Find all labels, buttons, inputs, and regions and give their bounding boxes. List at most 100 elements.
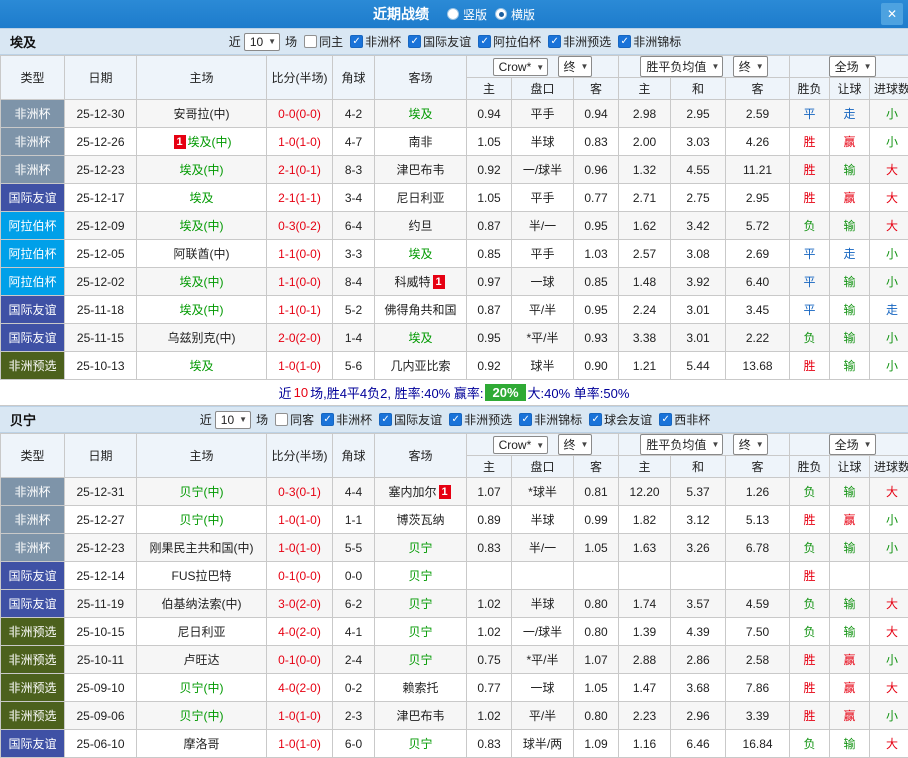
chevron-down-icon: ▼	[864, 62, 872, 71]
same-venue-checkbox[interactable]	[275, 413, 288, 426]
col-date: 日期	[65, 56, 137, 100]
euro-time-select[interactable]: 终▼	[733, 434, 768, 455]
competition-type: 阿拉伯杯	[1, 240, 65, 268]
competition-label: 非洲锦标	[633, 33, 681, 50]
euro-odds-away	[726, 562, 790, 590]
euro-time-select[interactable]: 终▼	[733, 56, 768, 77]
euro-odds-away: 13.68	[726, 352, 790, 380]
match-count-select[interactable]: 10▼	[244, 33, 280, 51]
euro-odds-home: 1.32	[619, 156, 671, 184]
home-team-name: 埃及(中)	[180, 163, 224, 177]
odds-time-select[interactable]: 终▼	[558, 434, 593, 455]
col-euro-home: 主	[619, 78, 671, 100]
competition-checkbox[interactable]: ✓	[408, 35, 421, 48]
result-goals	[870, 562, 908, 590]
odds-source-select[interactable]: Crow*▼	[493, 436, 549, 454]
match-row: 国际友谊25-12-14FUS拉巴特0-1(0-0)0-0贝宁胜	[1, 562, 908, 590]
match-row: 非洲杯25-12-30安哥拉(中)0-0(0-0)4-2埃及0.94平手0.94…	[1, 100, 908, 128]
chevron-down-icon: ▼	[711, 440, 719, 449]
asian-odds-home: 1.02	[467, 590, 512, 618]
result-wdl: 胜	[790, 506, 830, 534]
corner-count: 6-4	[333, 212, 375, 240]
corner-count: 6-0	[333, 730, 375, 758]
result-handicap: 赢	[830, 702, 870, 730]
competition-type: 非洲杯	[1, 506, 65, 534]
match-score: 2-1(1-1)	[267, 184, 333, 212]
away-team: 贝宁	[375, 590, 467, 618]
competition-checkbox[interactable]: ✓	[519, 413, 532, 426]
away-team: 贝宁	[375, 730, 467, 758]
home-team: 贝宁(中)	[137, 702, 267, 730]
away-team-name: 尼日利亚	[396, 191, 444, 205]
close-button[interactable]: ✕	[881, 3, 903, 25]
home-team-name: 埃及(中)	[188, 135, 232, 149]
result-goals: 小	[870, 534, 908, 562]
team-name: 贝宁	[10, 410, 100, 429]
corner-count: 5-2	[333, 296, 375, 324]
euro-odds-select[interactable]: 胜平负均值▼	[640, 434, 723, 455]
competition-type: 国际友谊	[1, 562, 65, 590]
competition-checkbox[interactable]: ✓	[379, 413, 392, 426]
match-count-select[interactable]: 10▼	[215, 411, 251, 429]
competition-label: 阿拉伯杯	[493, 33, 541, 50]
same-venue-checkbox[interactable]	[304, 35, 317, 48]
competition-type: 国际友谊	[1, 296, 65, 324]
horizontal-layout-radio[interactable]: 横版	[495, 6, 535, 23]
horizontal-layout-label: 横版	[511, 6, 535, 23]
result-wdl: 平	[790, 100, 830, 128]
home-team: 安哥拉(中)	[137, 100, 267, 128]
competition-checkbox[interactable]: ✓	[478, 35, 491, 48]
euro-odds-home: 1.74	[619, 590, 671, 618]
competition-label: 非洲杯	[336, 411, 372, 428]
result-wdl: 胜	[790, 562, 830, 590]
competition-checkbox[interactable]: ✓	[589, 413, 602, 426]
asian-odds-away: 0.94	[574, 100, 619, 128]
competition-checkbox[interactable]: ✓	[548, 35, 561, 48]
euro-odds-home: 2.23	[619, 702, 671, 730]
asian-odds-home: 0.85	[467, 240, 512, 268]
competition-checkbox[interactable]: ✓	[449, 413, 462, 426]
match-score: 0-1(0-0)	[267, 562, 333, 590]
asian-handicap: 一/球半	[512, 618, 574, 646]
summary-count: 10	[294, 385, 308, 400]
match-date: 25-12-30	[65, 100, 137, 128]
euro-odds-home: 1.16	[619, 730, 671, 758]
col-type: 类型	[1, 56, 65, 100]
euro-odds-away: 1.26	[726, 478, 790, 506]
result-wdl: 负	[790, 534, 830, 562]
odds-source-select[interactable]: Crow*▼	[493, 58, 549, 76]
match-score: 2-0(2-0)	[267, 324, 333, 352]
match-date: 25-12-26	[65, 128, 137, 156]
vertical-layout-radio[interactable]: 竖版	[447, 6, 487, 23]
result-wdl: 负	[790, 618, 830, 646]
away-team: 赖索托	[375, 674, 467, 702]
match-row: 非洲杯25-12-261埃及(中)1-0(1-0)4-7南非1.05半球0.83…	[1, 128, 908, 156]
result-goals: 大	[870, 730, 908, 758]
home-team-name: 安哥拉(中)	[174, 107, 230, 121]
period-select[interactable]: 全场▼	[829, 434, 876, 455]
odds-time-select[interactable]: 终▼	[558, 56, 593, 77]
competition-checkbox[interactable]: ✓	[350, 35, 363, 48]
asian-odds-away: 1.07	[574, 646, 619, 674]
col-result: 胜负	[790, 78, 830, 100]
match-count-value: 10	[250, 35, 263, 49]
away-team-name: 埃及	[408, 107, 432, 121]
euro-odds-away: 2.69	[726, 240, 790, 268]
away-team-name: 赖索托	[402, 681, 438, 695]
home-team-name: 贝宁(中)	[180, 485, 224, 499]
competition-checkbox[interactable]: ✓	[618, 35, 631, 48]
asian-odds-home: 1.05	[467, 184, 512, 212]
home-team: 卢旺达	[137, 646, 267, 674]
corner-count: 0-2	[333, 674, 375, 702]
euro-odds-away: 4.59	[726, 590, 790, 618]
egypt-filter-bar: 近10▼场同主✓非洲杯✓国际友谊✓阿拉伯杯✓非洲预选✓非洲锦标	[100, 33, 808, 51]
competition-label: 国际友谊	[394, 411, 442, 428]
home-team-name: 阿联酋(中)	[174, 247, 230, 261]
competition-checkbox[interactable]: ✓	[659, 413, 672, 426]
period-select[interactable]: 全场▼	[829, 56, 876, 77]
euro-odds-away: 2.59	[726, 100, 790, 128]
competition-checkbox[interactable]: ✓	[321, 413, 334, 426]
euro-odds-select[interactable]: 胜平负均值▼	[640, 56, 723, 77]
asian-handicap: 平/半	[512, 296, 574, 324]
euro-odds-away: 2.95	[726, 184, 790, 212]
